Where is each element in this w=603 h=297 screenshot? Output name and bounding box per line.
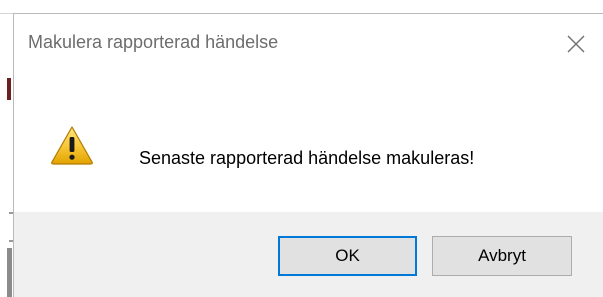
ok-button[interactable]: OK — [278, 236, 417, 276]
dialog-title: Makulera rapporterad händelse — [28, 32, 279, 52]
dialog-titlebar: Makulera rapporterad händelse — [14, 14, 603, 75]
background-window-scrollbar — [7, 248, 12, 297]
background-window-edge — [0, 13, 13, 14]
background-window-marker — [7, 78, 11, 100]
close-icon — [567, 35, 585, 53]
dialog-content: Senaste rapporterad händelse makuleras! — [14, 75, 603, 212]
dialog-button-bar: OK Avbryt — [14, 212, 603, 297]
cancel-button[interactable]: Avbryt — [432, 236, 572, 276]
message-dialog: Makulera rapporterad händelse Senaste ra… — [13, 13, 603, 297]
close-button[interactable] — [555, 24, 597, 64]
warning-icon — [51, 126, 93, 165]
screen: Makulera rapporterad händelse Senaste ra… — [0, 0, 603, 297]
dialog-message: Senaste rapporterad händelse makuleras! — [139, 148, 475, 168]
